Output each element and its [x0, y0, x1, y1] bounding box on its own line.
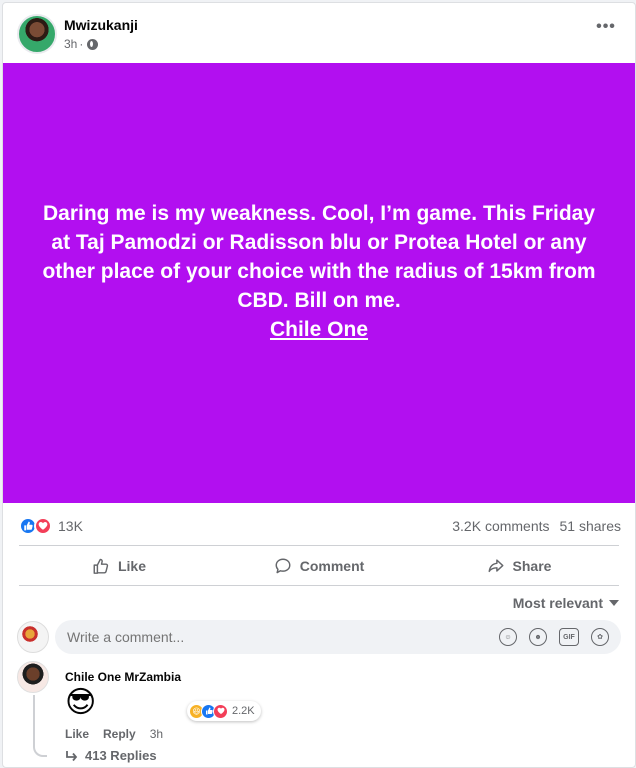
comment: Chile One MrZambia 😎 😆 2.2K Like Reply 3… [17, 661, 621, 767]
post-card: Mwizukanji 3h · ••• Daring me is my weak… [2, 2, 636, 768]
sort-label: Most relevant [512, 595, 603, 611]
reaction-count: 13K [58, 518, 83, 534]
avatar-sticker-icon[interactable]: ☺ [499, 628, 517, 646]
comment-button[interactable]: Comment [219, 547, 419, 585]
engagement-counts: 3.2K comments 51 shares [452, 518, 621, 534]
globe-icon [87, 38, 99, 50]
author-name[interactable]: Mwizukanji [64, 17, 138, 33]
post-actions: Like Comment Share [19, 547, 619, 585]
mention-link[interactable]: Chile One [270, 315, 368, 344]
reply-thread-line [33, 695, 47, 757]
comment-time[interactable]: 3h [150, 727, 163, 741]
gif-icon[interactable]: GIF [559, 628, 579, 646]
post-header: Mwizukanji 3h · ••• [3, 3, 635, 63]
reply-arrow-icon [66, 750, 78, 761]
share-icon [488, 559, 504, 573]
sunglasses-emoji-sticker: 😎 [65, 686, 97, 719]
sort-dropdown[interactable]: Most relevant [513, 595, 619, 611]
comment-composer: ☺ ☻ GIF ✿ [17, 620, 621, 654]
comment-actions: Like Reply 3h [65, 727, 163, 741]
divider [19, 585, 619, 586]
comment-reply-button[interactable]: Reply [103, 727, 136, 741]
emoji-icon[interactable]: ☻ [529, 628, 547, 646]
divider [19, 545, 619, 546]
view-replies-link[interactable]: 413 Replies [65, 748, 157, 763]
replies-label: 413 Replies [85, 748, 157, 763]
status-background: Daring me is my weakness. Cool, I’m game… [3, 63, 635, 503]
more-icon[interactable]: ••• [595, 19, 617, 38]
status-body: Daring me is my weakness. Cool, I’m game… [42, 201, 596, 312]
thumbs-up-icon [93, 558, 109, 574]
status-text: Daring me is my weakness. Cool, I’m game… [39, 199, 599, 344]
commenter-name[interactable]: Chile One MrZambia [65, 670, 181, 684]
composer-icons: ☺ ☻ GIF ✿ [499, 628, 609, 646]
share-label: Share [512, 558, 552, 574]
comment-like-button[interactable]: Like [65, 727, 89, 741]
comment-reaction-summary[interactable]: 😆 2.2K [187, 701, 261, 721]
comment-reaction-count: 2.2K [232, 705, 255, 717]
chevron-down-icon [609, 600, 619, 606]
share-button[interactable]: Share [419, 547, 619, 585]
commenter-avatar[interactable] [17, 661, 49, 693]
comment-icon [275, 558, 291, 574]
post-meta: 3h · [64, 37, 99, 51]
current-user-avatar[interactable] [17, 621, 49, 653]
love-icon [213, 703, 228, 719]
share-count[interactable]: 51 shares [560, 518, 621, 534]
like-label: Like [117, 558, 146, 574]
love-icon [34, 517, 52, 535]
author-avatar[interactable] [17, 14, 57, 54]
sticker-icon[interactable]: ✿ [591, 628, 609, 646]
post-stats: 13K 3.2K comments 51 shares [3, 508, 635, 542]
post-time[interactable]: 3h [64, 37, 77, 51]
comment-label: Comment [299, 558, 365, 574]
like-button[interactable]: Like [19, 547, 219, 585]
comment-count[interactable]: 3.2K comments [452, 518, 549, 534]
reaction-summary[interactable]: 13K [19, 517, 83, 535]
